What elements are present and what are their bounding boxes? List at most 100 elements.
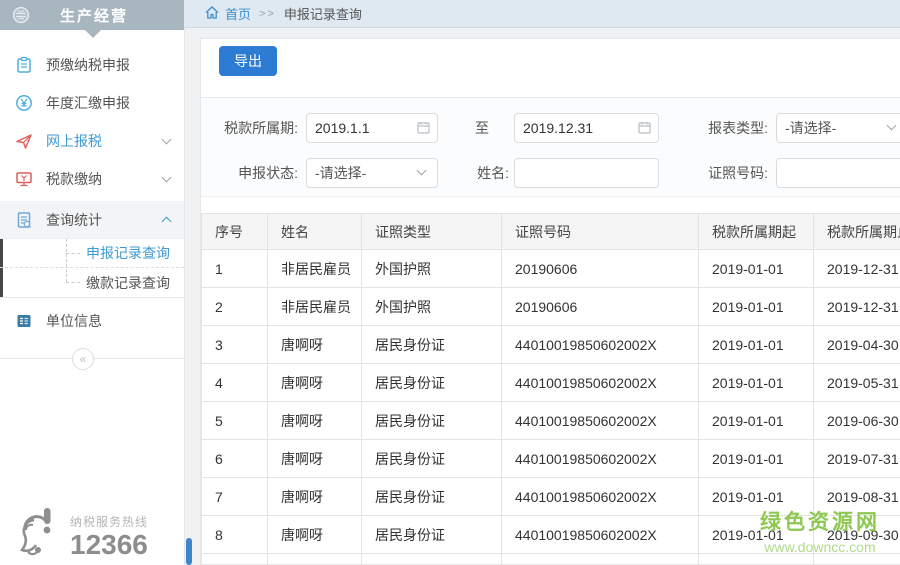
table-row[interactable]: 1非居民雇员外国护照201906062019-01-012019-12-31 — [202, 250, 900, 288]
table-cell: 2019-12-31 — [814, 250, 900, 288]
table-cell: 外国护照 — [362, 288, 502, 326]
status-label: 申报状态: — [201, 158, 298, 188]
sidebar-item-unit-info[interactable]: 单位信息 — [0, 302, 184, 340]
export-button[interactable]: 导出 — [219, 46, 277, 76]
cert-no-input[interactable] — [776, 158, 900, 188]
to-label: 至 — [461, 113, 503, 143]
sidebar-collapse-button[interactable]: « — [72, 348, 94, 370]
table-cell: 非居民雇员 — [268, 288, 362, 326]
col-header-period-start: 税款所属期起 — [699, 214, 814, 250]
name-input[interactable] — [514, 158, 659, 188]
chevron-down-icon — [417, 166, 427, 176]
sidebar-item-label: 年度汇缴申报 — [46, 93, 170, 113]
table-row[interactable]: 8唐啊呀居民身份证44010019850602002X2019-01-01201… — [202, 516, 900, 554]
table-cell: 7 — [202, 478, 268, 516]
sidebar-item-annual-declare[interactable]: 年度汇缴申报 — [0, 84, 184, 122]
table-cell: 2019-04-30 — [814, 326, 900, 364]
table-cell: 居民身份证 — [362, 440, 502, 478]
breadcrumb-current: 申报记录查询 — [284, 4, 362, 23]
table-body: 1非居民雇员外国护照201906062019-01-012019-12-312非… — [202, 250, 900, 565]
sidebar-item-prepay-declare[interactable]: 预缴纳税申报 — [0, 46, 184, 84]
table-cell: 44010019850602002X — [502, 440, 699, 478]
sidebar-item-label: 查询统计 — [46, 210, 163, 230]
yen-coin-icon — [14, 94, 34, 112]
table-cell — [814, 554, 900, 565]
status-value: -请选择- — [315, 165, 366, 181]
table-cell: 唐啊呀 — [268, 516, 362, 554]
sidebar-title: 生产经营 — [30, 5, 158, 26]
report-type-value: -请选择- — [785, 120, 836, 136]
table-cell: 2019-08-31 — [814, 478, 900, 516]
table-cell: 2019-01-01 — [699, 402, 814, 440]
table-cell: 唐啊呀 — [268, 478, 362, 516]
table-cell: 2019-01-01 — [699, 288, 814, 326]
table-cell: 居民身份证 — [362, 478, 502, 516]
table-cell — [699, 554, 814, 565]
table-cell: 居民身份证 — [362, 402, 502, 440]
scrollbar-thumb[interactable] — [186, 538, 192, 565]
table-cell: 居民身份证 — [362, 326, 502, 364]
table-cell: 2019-07-31 — [814, 440, 900, 478]
report-type-select[interactable]: -请选择- — [776, 113, 900, 143]
hotline-block: 纳税服务热线 12366 — [18, 506, 148, 563]
table-cell: 2019-01-01 — [699, 250, 814, 288]
table-cell: 44010019850602002X — [502, 402, 699, 440]
table-cell: 3 — [202, 326, 268, 364]
hotline-logo-icon — [18, 506, 64, 563]
sidebar-item-declare-record-query[interactable]: 申报记录查询 — [0, 239, 184, 268]
sidebar-item-online-tax[interactable]: 网上报税 — [0, 122, 184, 160]
table-cell: 2019-01-01 — [699, 326, 814, 364]
col-header-name: 姓名 — [268, 214, 362, 250]
table-cell: 6 — [202, 440, 268, 478]
table-cell — [202, 554, 268, 565]
sidebar-item-label: 税款缴纳 — [46, 169, 163, 189]
table-cell: 唐啊呀 — [268, 440, 362, 478]
sidebar-item-label: 网上报税 — [46, 131, 163, 151]
table-row[interactable]: 4唐啊呀居民身份证44010019850602002X2019-01-01201… — [202, 364, 900, 402]
table-cell: 居民身份证 — [362, 516, 502, 554]
table-cell: 20190606 — [502, 250, 699, 288]
table-cell: 居民身份证 — [362, 364, 502, 402]
table-cell — [362, 554, 502, 565]
header-caret — [85, 30, 101, 38]
table-cell: 5 — [202, 402, 268, 440]
breadcrumb-home-link[interactable]: 首页 — [225, 4, 251, 23]
main-panel: 导出 税款所属期: 至 报表类型: -请选择- 申报状态: -请选择- 姓名: … — [200, 38, 900, 565]
table-cell: 20190606 — [502, 288, 699, 326]
table-row[interactable]: 7唐啊呀居民身份证44010019850602002X2019-01-01201… — [202, 478, 900, 516]
report-doc-icon — [14, 211, 34, 229]
table-cell — [268, 554, 362, 565]
breadcrumb: 首页 >> 申报记录查询 — [185, 0, 900, 28]
chevron-down-icon — [162, 173, 172, 183]
table-row[interactable]: 3唐啊呀居民身份证44010019850602002X2019-01-01201… — [202, 326, 900, 364]
report-type-label: 报表类型: — [698, 113, 768, 143]
table-cell: 2019-01-01 — [699, 478, 814, 516]
table-cell: 2019-06-30 — [814, 402, 900, 440]
table-row-partial — [202, 554, 900, 565]
col-header-seq: 序号 — [202, 214, 268, 250]
cert-no-label: 证照号码: — [688, 158, 768, 188]
sidebar-item-query-stats[interactable]: 查询统计 — [0, 201, 184, 239]
name-label: 姓名: — [439, 158, 509, 188]
calendar-icon — [417, 121, 430, 139]
sidebar-item-payment-record-query[interactable]: 缴款记录查询 — [0, 268, 184, 297]
period-label: 税款所属期: — [201, 113, 298, 143]
table-row[interactable]: 6唐啊呀居民身份证44010019850602002X2019-01-01201… — [202, 440, 900, 478]
submenu-query-stats: 申报记录查询 缴款记录查询 — [0, 239, 184, 297]
sidebar-header: 生产经营 — [0, 0, 184, 30]
sidebar-menu: 预缴纳税申报 年度汇缴申报 网上报税 税款缴纳 — [0, 30, 184, 359]
status-select[interactable]: -请选择- — [306, 158, 438, 188]
table-cell — [502, 554, 699, 565]
sidebar-divider: « — [0, 358, 184, 359]
submenu-item-label: 申报记录查询 — [86, 243, 170, 263]
table-row[interactable]: 5唐啊呀居民身份证44010019850602002X2019-01-01201… — [202, 402, 900, 440]
table-cell: 2019-01-01 — [699, 440, 814, 478]
table-row[interactable]: 2非居民雇员外国护照201906062019-01-012019-12-31 — [202, 288, 900, 326]
paper-plane-icon — [14, 132, 34, 150]
col-header-period-end: 税款所属期止 — [814, 214, 900, 250]
hotline-label: 纳税服务热线 — [70, 513, 148, 530]
table-cell: 44010019850602002X — [502, 478, 699, 516]
sidebar-item-label: 预缴纳税申报 — [46, 55, 170, 75]
sidebar-item-tax-payment[interactable]: 税款缴纳 — [0, 160, 184, 198]
clipboard-icon — [14, 56, 34, 74]
